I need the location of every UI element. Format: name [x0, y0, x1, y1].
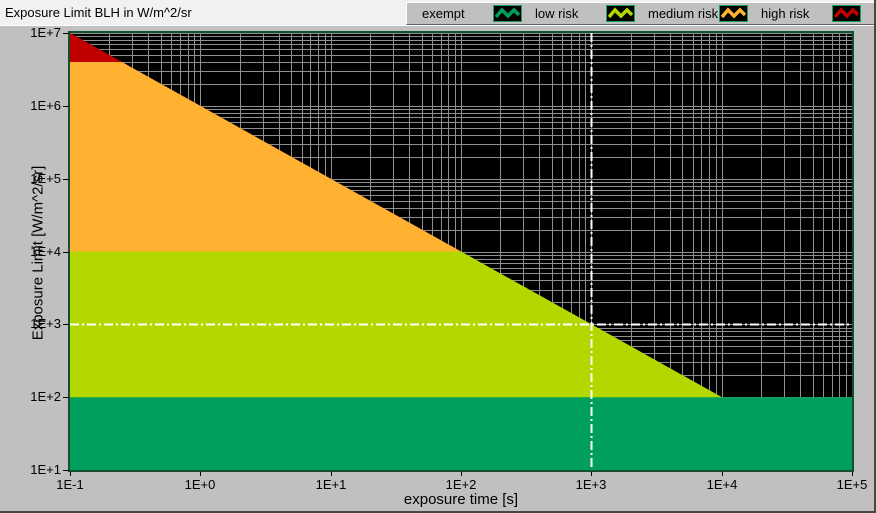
x-tick-mark	[331, 472, 332, 476]
y-tick-label: 1E+3	[0, 316, 61, 331]
plot-style-icon-medium-risk[interactable]	[719, 5, 748, 22]
x-tick-label: 1E+5	[826, 477, 876, 492]
y-tick-label: 1E+6	[0, 98, 61, 113]
legend-label-exempt: exempt	[409, 6, 493, 21]
y-tick-mark	[63, 252, 69, 253]
zigzag-waveform-icon	[609, 10, 632, 17]
y-tick-mark	[63, 106, 69, 107]
legend-label-medium-risk: medium risk	[635, 6, 719, 21]
x-tick-mark	[852, 472, 853, 476]
x-tick-label: 1E+4	[696, 477, 748, 492]
zigzag-waveform-icon	[496, 10, 519, 17]
y-tick-label: 1E+4	[0, 244, 61, 259]
x-tick-mark	[461, 472, 462, 476]
plot-style-icon-high-risk[interactable]	[832, 5, 861, 22]
graph-canvas[interactable]	[70, 33, 852, 470]
legend-entry-medium-risk[interactable]: medium risk	[635, 4, 748, 23]
series-exempt	[70, 397, 852, 470]
y-tick-mark	[63, 397, 69, 398]
x-tick-mark	[200, 472, 201, 476]
panel-top-bevel	[0, 25, 876, 26]
y-tick-label: 1E+2	[0, 389, 61, 404]
plot-area[interactable]	[68, 31, 854, 472]
x-tick-label: 1E+3	[565, 477, 617, 492]
zigzag-waveform-icon	[722, 10, 745, 17]
x-tick-label: 1E-1	[44, 477, 96, 492]
legend-label-low-risk: low risk	[522, 6, 606, 21]
y-tick-label: 1E+5	[0, 171, 61, 186]
x-tick-label: 1E+0	[174, 477, 226, 492]
x-tick-label: 1E+1	[305, 477, 357, 492]
plot-style-icon-exempt[interactable]	[493, 5, 522, 22]
x-tick-mark	[70, 472, 71, 476]
legend-label-high-risk: high risk	[748, 6, 832, 21]
chart-title: Exposure Limit BLH in W/m^2/sr	[5, 5, 192, 20]
y-tick-mark	[63, 33, 69, 34]
x-axis-label: exposure time [s]	[404, 491, 518, 508]
x-tick-mark	[722, 472, 723, 476]
zigzag-waveform-icon	[835, 10, 858, 17]
plot-style-icon-low-risk[interactable]	[606, 5, 635, 22]
y-tick-mark	[63, 470, 69, 471]
y-tick-mark	[63, 179, 69, 180]
legend-entry-exempt[interactable]: exempt	[409, 4, 522, 23]
legend-entry-high-risk[interactable]: high risk	[748, 4, 861, 23]
x-tick-label: 1E+2	[435, 477, 487, 492]
y-tick-label: 1E+1	[0, 462, 61, 477]
y-tick-label: 1E+7	[0, 25, 61, 40]
legend-entry-low-risk[interactable]: low risk	[522, 4, 635, 23]
x-tick-mark	[591, 472, 592, 476]
y-tick-mark	[63, 324, 69, 325]
plot-legend: exempt low risk medium risk high risk	[406, 2, 876, 25]
